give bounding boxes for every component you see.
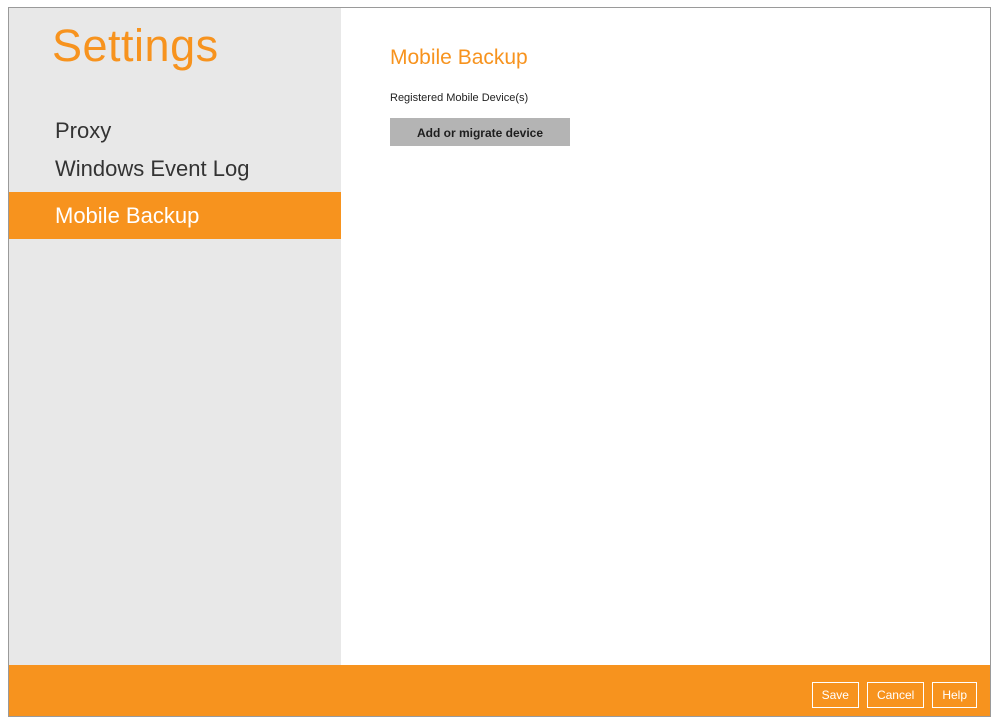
add-or-migrate-device-button[interactable]: Add or migrate device [390,118,570,146]
page-title: Mobile Backup [390,46,528,69]
main-panel: Mobile Backup Registered Mobile Device(s… [341,8,990,666]
footer-button-group: Save Cancel Help [811,682,977,708]
sidebar-title: Settings [52,20,219,71]
sidebar-item-windows-event-log[interactable]: Windows Event Log [9,145,341,192]
sidebar: Settings Proxy Windows Event Log Mobile … [9,8,341,666]
registered-devices-label: Registered Mobile Device(s) [390,92,529,104]
sidebar-item-mobile-backup[interactable]: Mobile Backup [9,192,341,239]
settings-window: Settings Proxy Windows Event Log Mobile … [8,7,991,717]
cancel-button[interactable]: Cancel [866,682,925,708]
footer-bar: Save Cancel Help [9,665,990,716]
save-button[interactable]: Save [811,682,859,708]
help-button[interactable]: Help [932,682,977,708]
